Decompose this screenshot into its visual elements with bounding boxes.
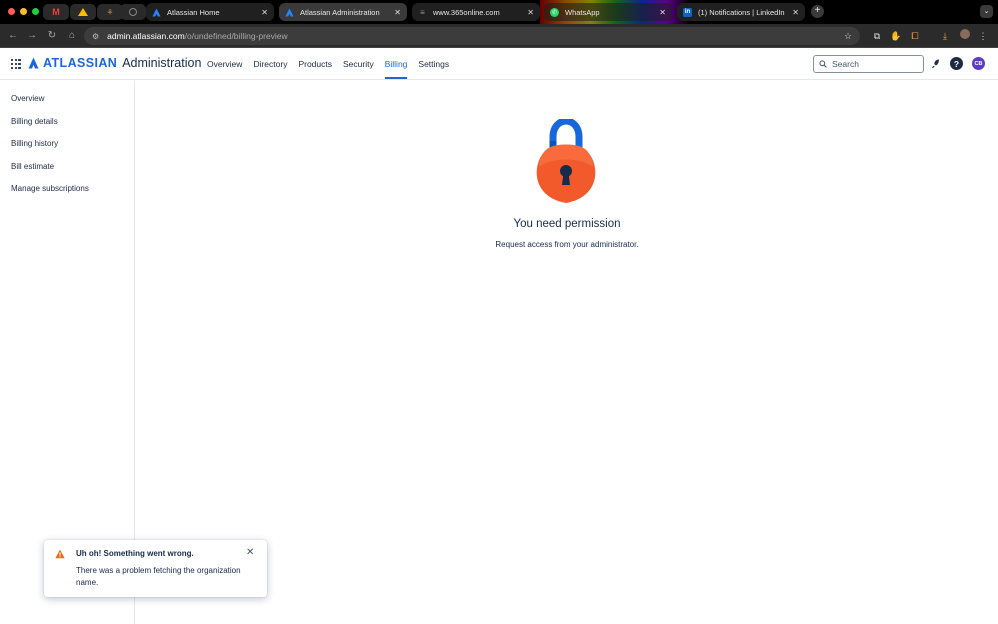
search-placeholder: Search [832,59,859,69]
sidebar-item-billing-details[interactable]: Billing details [0,111,134,134]
search-icon [819,60,827,68]
sidebar-item-overview[interactable]: Overview [0,88,134,111]
nav-overview[interactable]: Overview [207,49,242,79]
permission-title: You need permission [513,218,621,230]
nav-settings[interactable]: Settings [418,49,449,79]
pinned-tab-blocked[interactable] [120,4,146,20]
avatar[interactable]: CB [972,57,985,70]
top-navigation: ATLASSIAN Administration Overview Direct… [0,49,998,80]
close-window-button[interactable] [8,8,15,15]
nav-products[interactable]: Products [298,49,332,79]
reload-icon[interactable]: ↻ [45,29,59,43]
atlassian-logo[interactable]: ATLASSIAN Administration [28,56,201,70]
warning-icon [55,549,65,559]
url-path: /o/undefined/billing-preview [184,31,288,41]
bookmark-star-icon[interactable]: ☆ [841,29,855,43]
back-arrow-icon[interactable]: ← [6,29,20,43]
tab-atlassian-home[interactable]: Atlassian Home ✕ [146,3,274,21]
tab-title: Atlassian Administration [300,7,380,17]
help-icon[interactable]: ? [950,57,963,70]
drive-icon [78,8,88,16]
download-icon[interactable]: ⤓ [938,29,952,43]
product-name: Administration [122,56,202,70]
browser-menu-icon[interactable]: ⋮ [976,29,990,43]
close-tab-icon[interactable]: ✕ [792,8,799,17]
close-tab-icon[interactable]: ✕ [394,8,401,17]
site-info-icon[interactable]: ⚙ [92,32,99,41]
tab-title: (1) Notifications | LinkedIn [698,7,785,17]
brand-name: ATLASSIAN [43,56,118,70]
pinned-tab-gmail[interactable]: M [43,4,69,20]
minimize-window-button[interactable] [20,8,27,15]
tab-linkedin[interactable]: in (1) Notifications | LinkedIn ✕ [677,3,805,21]
tab-search-button[interactable]: ⌄ [980,5,993,18]
close-icon[interactable]: ✕ [246,547,254,559]
home-icon[interactable]: ⌂ [65,29,79,43]
translate-icon[interactable]: ⧉ [870,29,884,43]
url-host: admin.atlassian.com [107,31,185,41]
tab-title: WhatsApp [565,7,600,17]
sidebar-item-billing-history[interactable]: Billing history [0,133,134,156]
nav-directory[interactable]: Directory [253,49,287,79]
atlassian-icon [28,57,39,69]
permission-subtitle: Request access from your administrator. [495,240,639,249]
atlassian-icon [285,7,294,17]
extension-icon[interactable]: ✋ [889,29,903,43]
tab-title: Atlassian Home [167,7,220,17]
close-tab-icon[interactable]: ✕ [659,8,666,17]
whatsapp-icon: ✆ [550,7,559,17]
error-flag: Uh oh! Something went wrong. ✕ There was… [44,540,267,597]
gmail-icon: M [52,7,60,17]
browser-tab-bar: M ⚘ Atlassian Home ✕ Atlassian Administr… [0,0,998,24]
padlock-illustration [536,119,596,203]
puzzle-icon[interactable]: ⧠ [908,29,922,43]
sidebar-item-manage-subscriptions[interactable]: Manage subscriptions [0,178,134,201]
tab-atlassian-administration[interactable]: Atlassian Administration ✕ [279,3,407,21]
close-tab-icon[interactable]: ✕ [261,8,268,17]
flag-title: Uh oh! Something went wrong. [76,549,194,558]
search-input[interactable]: Search [813,55,924,73]
browser-toolbar: ← → ↻ ⌂ ⚙ admin.atlassian.com/o/undefine… [0,24,998,48]
forward-arrow-icon[interactable]: → [25,29,39,43]
blocked-icon [129,8,137,16]
sidebar-item-bill-estimate[interactable]: Bill estimate [0,156,134,179]
tab-title: www.365online.com [433,7,500,17]
close-tab-icon[interactable]: ✕ [527,8,534,17]
globe-icon: ≡ [420,7,425,17]
primary-nav: Overview Directory Products Security Bil… [207,49,460,79]
tab-whatsapp[interactable]: ✆ WhatsApp ✕ [544,3,672,21]
new-tab-button[interactable]: + [811,5,824,18]
linkedin-icon: in [683,7,692,17]
address-bar[interactable]: ⚙ admin.atlassian.com/o/undefined/billin… [84,27,860,45]
atlassian-icon [152,7,161,17]
flag-description: There was a problem fetching the organiz… [76,566,241,587]
tab-365online[interactable]: ≡ www.365online.com ✕ [412,3,540,21]
maximize-window-button[interactable] [32,8,39,15]
nav-billing[interactable]: Billing [384,49,407,79]
app-switcher-icon[interactable] [11,59,21,69]
notifications-icon[interactable] [930,57,943,70]
nav-security[interactable]: Security [343,49,374,79]
profile-icon[interactable] [958,29,972,43]
pinned-tab-drive[interactable] [70,4,96,20]
feather-icon: ⚘ [106,7,114,17]
